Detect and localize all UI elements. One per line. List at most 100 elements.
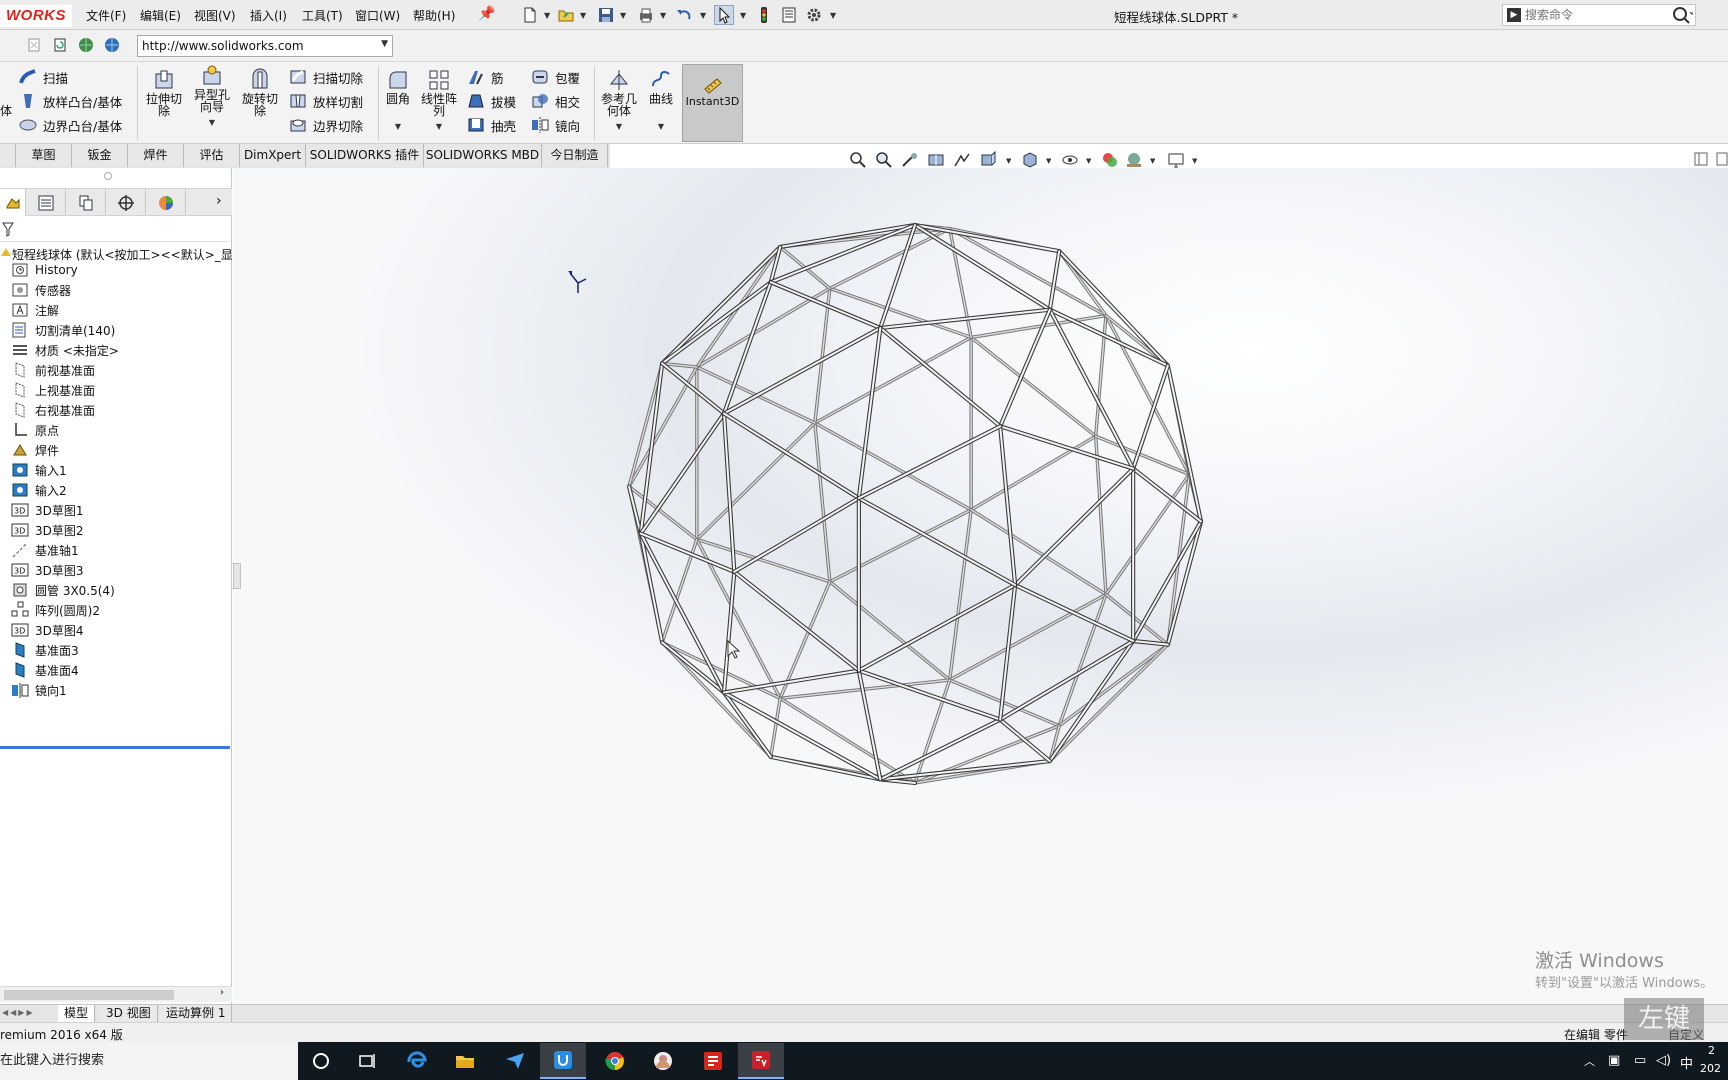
edge-browser-icon[interactable] <box>394 1043 440 1079</box>
tree-item-2[interactable]: 传感器 <box>10 280 71 300</box>
save-icon[interactable] <box>596 5 616 25</box>
chevron-down-icon[interactable]: ▼ <box>544 11 550 20</box>
tab-scroll-arrows-icon[interactable]: ◀◀▶▶ <box>2 1008 35 1017</box>
chevron-down-icon[interactable]: ▼ <box>1046 157 1051 165</box>
ime-indicator[interactable]: 中 <box>1680 1053 1693 1072</box>
tab-evaluate[interactable]: 评估 <box>184 144 240 167</box>
tree-item-13[interactable]: 3D 3D草图1 <box>10 500 84 520</box>
chevron-down-icon[interactable]: ▼ <box>616 121 622 133</box>
chevron-down-icon[interactable]: ▼ <box>620 11 626 20</box>
solidworks-logo[interactable]: WORKS <box>0 5 72 27</box>
red-app-icon[interactable] <box>690 1043 736 1079</box>
chevron-down-icon[interactable]: ▼ <box>740 11 746 20</box>
filter-icon[interactable] <box>2 221 14 240</box>
print-icon[interactable] <box>636 5 656 25</box>
stop-page-icon[interactable] <box>24 35 44 55</box>
feishu-app-icon[interactable] <box>492 1043 538 1079</box>
panel-grip-icon[interactable] <box>104 172 112 180</box>
tab-3d-view[interactable]: 3D 视图 <box>100 1005 158 1022</box>
tree-item-11[interactable]: 输入1 <box>10 460 67 480</box>
file-properties-icon[interactable] <box>779 5 799 25</box>
geodesic-sphere-model[interactable] <box>233 168 1728 1004</box>
chrome-browser-icon[interactable] <box>592 1043 638 1079</box>
menu-tools[interactable]: 工具(T) <box>302 7 343 24</box>
tree-item-15[interactable]: 基准轴1 <box>10 540 79 560</box>
hole-wizard-button[interactable]: 异型孔 向导 ▼ <box>190 64 234 129</box>
volume-icon[interactable]: ◁) <box>1656 1053 1671 1068</box>
scrollbar-thumb[interactable] <box>4 990 174 1000</box>
linear-pattern-button[interactable]: 线性阵 列 ▼ <box>418 68 460 133</box>
lofted-cut-button[interactable]: 放样切割 <box>288 90 363 112</box>
undo-icon[interactable] <box>674 5 694 25</box>
menu-view[interactable]: 视图(V) <box>194 7 236 24</box>
taskbar-search-box[interactable]: 在此键入进行搜索 <box>0 1042 298 1080</box>
refresh-page-icon[interactable] <box>50 35 70 55</box>
chevron-right-icon[interactable]: › <box>216 193 222 209</box>
clock-date[interactable]: 202 <box>1700 1062 1721 1075</box>
chevron-down-icon[interactable]: ▼ <box>436 121 442 133</box>
globe-forward-icon[interactable] <box>102 35 122 55</box>
pin-icon[interactable]: 📌 <box>478 6 495 22</box>
tree-item-17[interactable]: 圆管 3X0.5(4) <box>10 580 115 600</box>
fillet-button[interactable]: 圆角 ▼ <box>382 68 414 133</box>
tree-item-21[interactable]: 基准面4 <box>10 660 79 680</box>
tree-item-10[interactable]: 焊件 <box>10 440 59 460</box>
chevron-down-icon[interactable]: ▼ <box>1150 157 1155 165</box>
chevron-right-icon[interactable]: › <box>220 987 224 998</box>
tree-item-14[interactable]: 3D 3D草图2 <box>10 520 84 540</box>
tree-item-12[interactable]: 输入2 <box>10 480 67 500</box>
menu-file[interactable]: 文件(F) <box>86 7 126 24</box>
url-input[interactable] <box>142 38 370 54</box>
tab-features[interactable] <box>0 144 16 167</box>
cortana-icon[interactable] <box>298 1043 344 1079</box>
boundary-cut-button[interactable]: 边界切除 <box>288 114 363 136</box>
tab-dimxpert[interactable]: DimXpert <box>240 144 306 167</box>
draft-button[interactable]: 拔模 <box>466 90 516 112</box>
network-icon[interactable]: ▭ <box>1634 1053 1646 1068</box>
tree-item-8[interactable]: 右视基准面 <box>10 400 95 420</box>
revolved-cut-button[interactable]: 旋转切 除 <box>238 68 282 117</box>
reference-geometry-button[interactable]: 参考几 何体 ▼ <box>598 68 640 133</box>
graphics-area[interactable]: 激活 Windows 转到"设置"以激活 Windows。 <box>233 168 1728 1004</box>
search-input[interactable] <box>1525 7 1665 23</box>
tree-item-7[interactable]: 上视基准面 <box>10 380 95 400</box>
tree-item-20[interactable]: 基准面3 <box>10 640 79 660</box>
chevron-down-icon[interactable]: ▼ <box>1192 157 1197 165</box>
chevron-down-icon[interactable]: ▼ <box>209 117 215 129</box>
tree-item-18[interactable]: 阵列(圆周)2 <box>10 600 100 620</box>
tab-weldments[interactable]: 焊件 <box>128 144 184 167</box>
rib-button[interactable]: 筋 <box>466 66 504 88</box>
partial-feature-label[interactable]: 体 <box>0 102 12 119</box>
dimxpert-manager-icon[interactable] <box>106 189 146 216</box>
avatar-app-icon[interactable] <box>640 1043 686 1079</box>
tray-security-icon[interactable]: ▣ <box>1608 1053 1620 1068</box>
feature-manager-tree-icon[interactable] <box>0 189 26 216</box>
select-pointer-icon[interactable] <box>714 5 734 25</box>
chevron-down-icon[interactable]: ▼ <box>1086 157 1091 165</box>
mirror-button[interactable]: 镜向 <box>530 114 580 136</box>
file-explorer-icon[interactable] <box>442 1043 488 1079</box>
tree-item-19[interactable]: 3D 3D草图4 <box>10 620 84 640</box>
clock-time[interactable]: 2 <box>1708 1044 1715 1057</box>
globe-back-icon[interactable] <box>76 35 96 55</box>
new-document-icon[interactable] <box>520 5 540 25</box>
options-gear-icon[interactable] <box>804 5 824 25</box>
chevron-down-icon[interactable]: ▼ <box>1006 157 1011 165</box>
split-view-icon[interactable] <box>1694 152 1708 169</box>
menu-help[interactable]: 帮助(H) <box>413 7 455 24</box>
rollback-bar[interactable] <box>0 746 230 749</box>
tab-solidworks-addins[interactable]: SOLIDWORKS 插件 <box>306 144 424 167</box>
blue-shield-app-icon[interactable] <box>540 1043 586 1079</box>
tab-made-today[interactable]: 今日制造 <box>542 144 608 167</box>
url-field[interactable]: ▼ <box>137 35 393 57</box>
curves-button[interactable]: 曲线 ▼ <box>644 68 678 133</box>
display-manager-icon[interactable] <box>146 189 186 216</box>
tree-item-22[interactable]: 镜向1 <box>10 680 67 700</box>
tree-item-4[interactable]: 切割清单(140) <box>10 320 115 340</box>
chevron-down-icon[interactable]: ▼ <box>580 11 586 20</box>
chevron-down-icon[interactable]: ▼ <box>658 121 664 133</box>
task-pane-icon[interactable] <box>1716 152 1728 169</box>
search-icon[interactable] <box>1671 5 1695 28</box>
chevron-down-icon[interactable]: ▼ <box>381 39 388 49</box>
shell-button[interactable]: 抽壳 <box>466 114 516 136</box>
